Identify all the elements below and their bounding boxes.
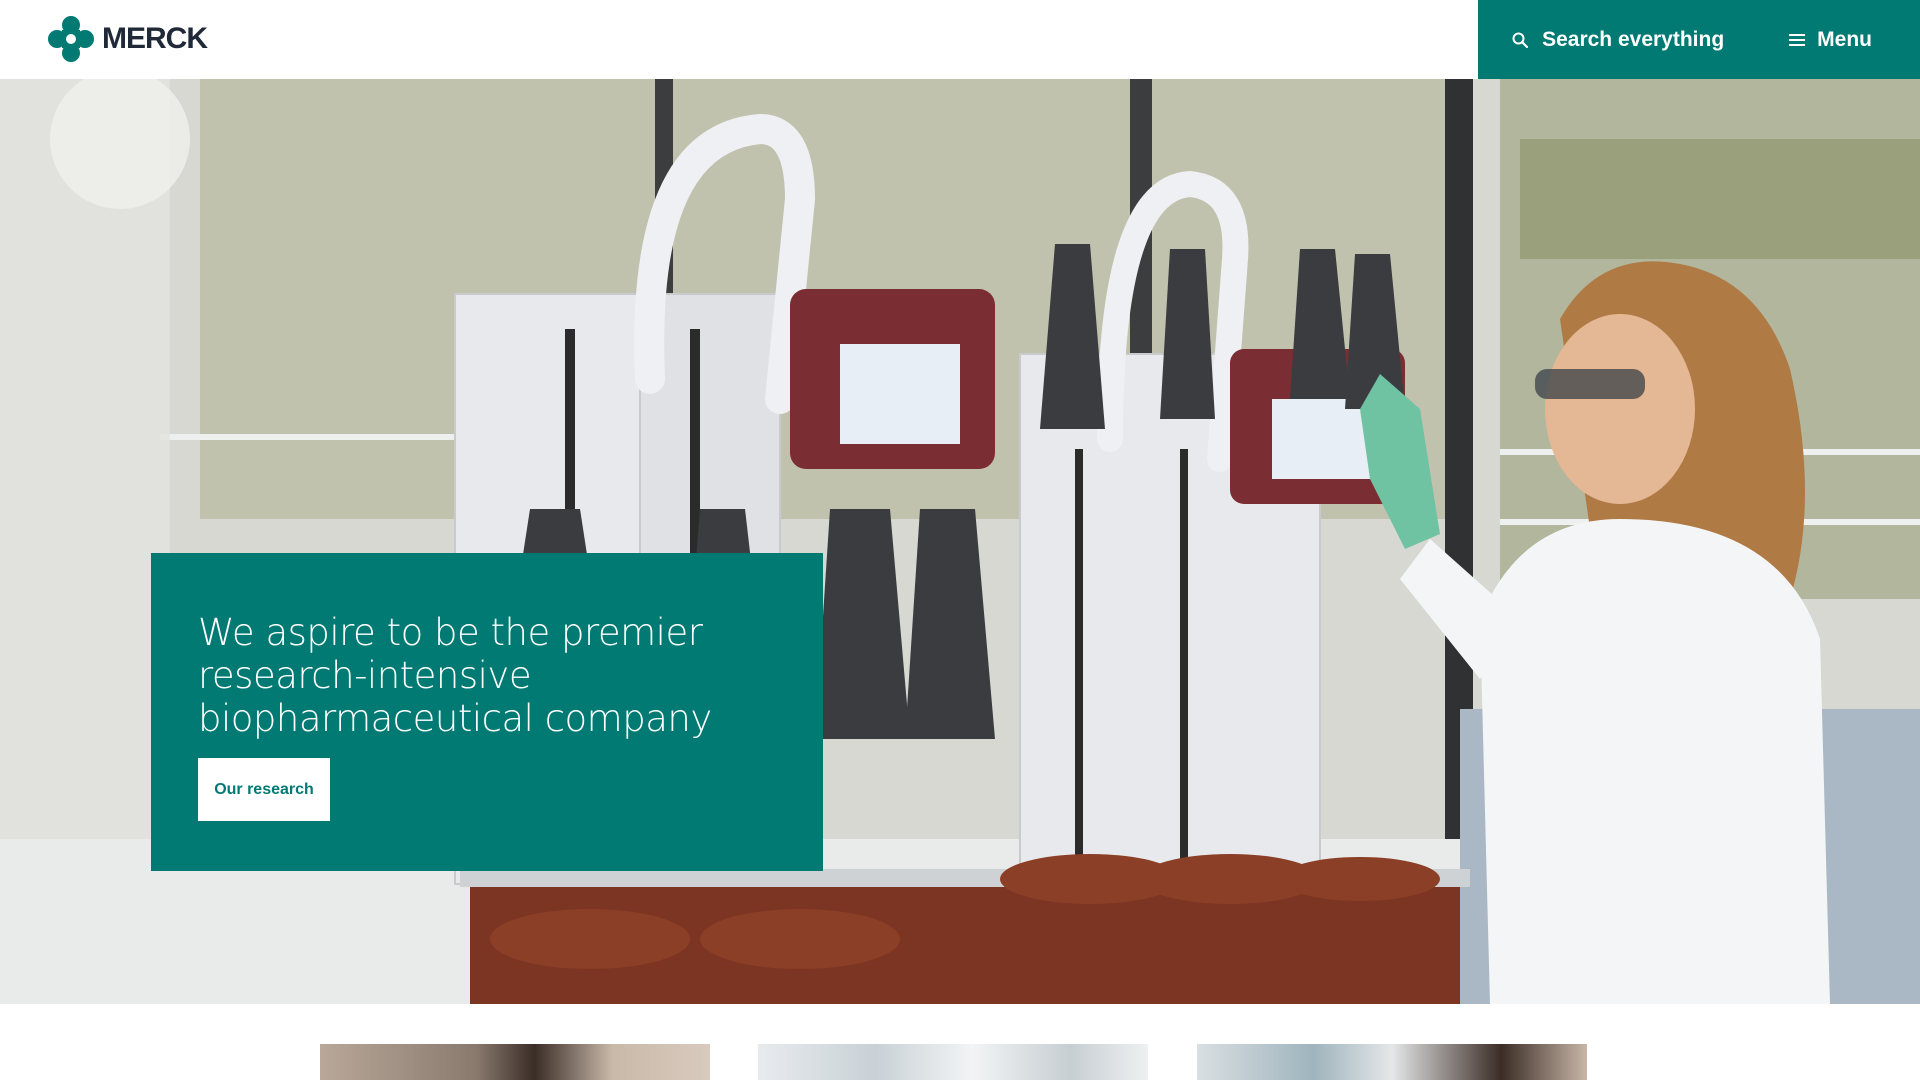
- hamburger-icon: [1789, 33, 1806, 46]
- merck-logo-icon: [48, 16, 94, 62]
- card-thumbnail-2[interactable]: [758, 1044, 1148, 1080]
- search-button[interactable]: Search everything: [1512, 28, 1724, 52]
- hero-section: We aspire to be the premier research-int…: [0, 79, 1920, 1004]
- hero-card: We aspire to be the premier research-int…: [151, 553, 823, 871]
- hero-title: We aspire to be the premier research-int…: [198, 611, 712, 740]
- header-actions: Search everything Menu: [1478, 0, 1920, 79]
- menu-button-label: Menu: [1817, 27, 1872, 51]
- card-thumbnail-3[interactable]: [1197, 1044, 1587, 1080]
- our-research-button[interactable]: Our research: [198, 758, 330, 821]
- search-button-label: Search everything: [1542, 27, 1725, 51]
- cards-row: [0, 1044, 1920, 1080]
- page: MERCK Search everything Menu We aspire t…: [0, 0, 1920, 1080]
- merck-logo[interactable]: MERCK: [48, 16, 208, 62]
- card-thumbnail-1[interactable]: [320, 1044, 710, 1080]
- search-icon: [1512, 32, 1529, 48]
- site-header: MERCK Search everything Menu: [0, 0, 1920, 79]
- logo-text: MERCK: [102, 22, 208, 55]
- menu-button[interactable]: Menu: [1789, 28, 1872, 52]
